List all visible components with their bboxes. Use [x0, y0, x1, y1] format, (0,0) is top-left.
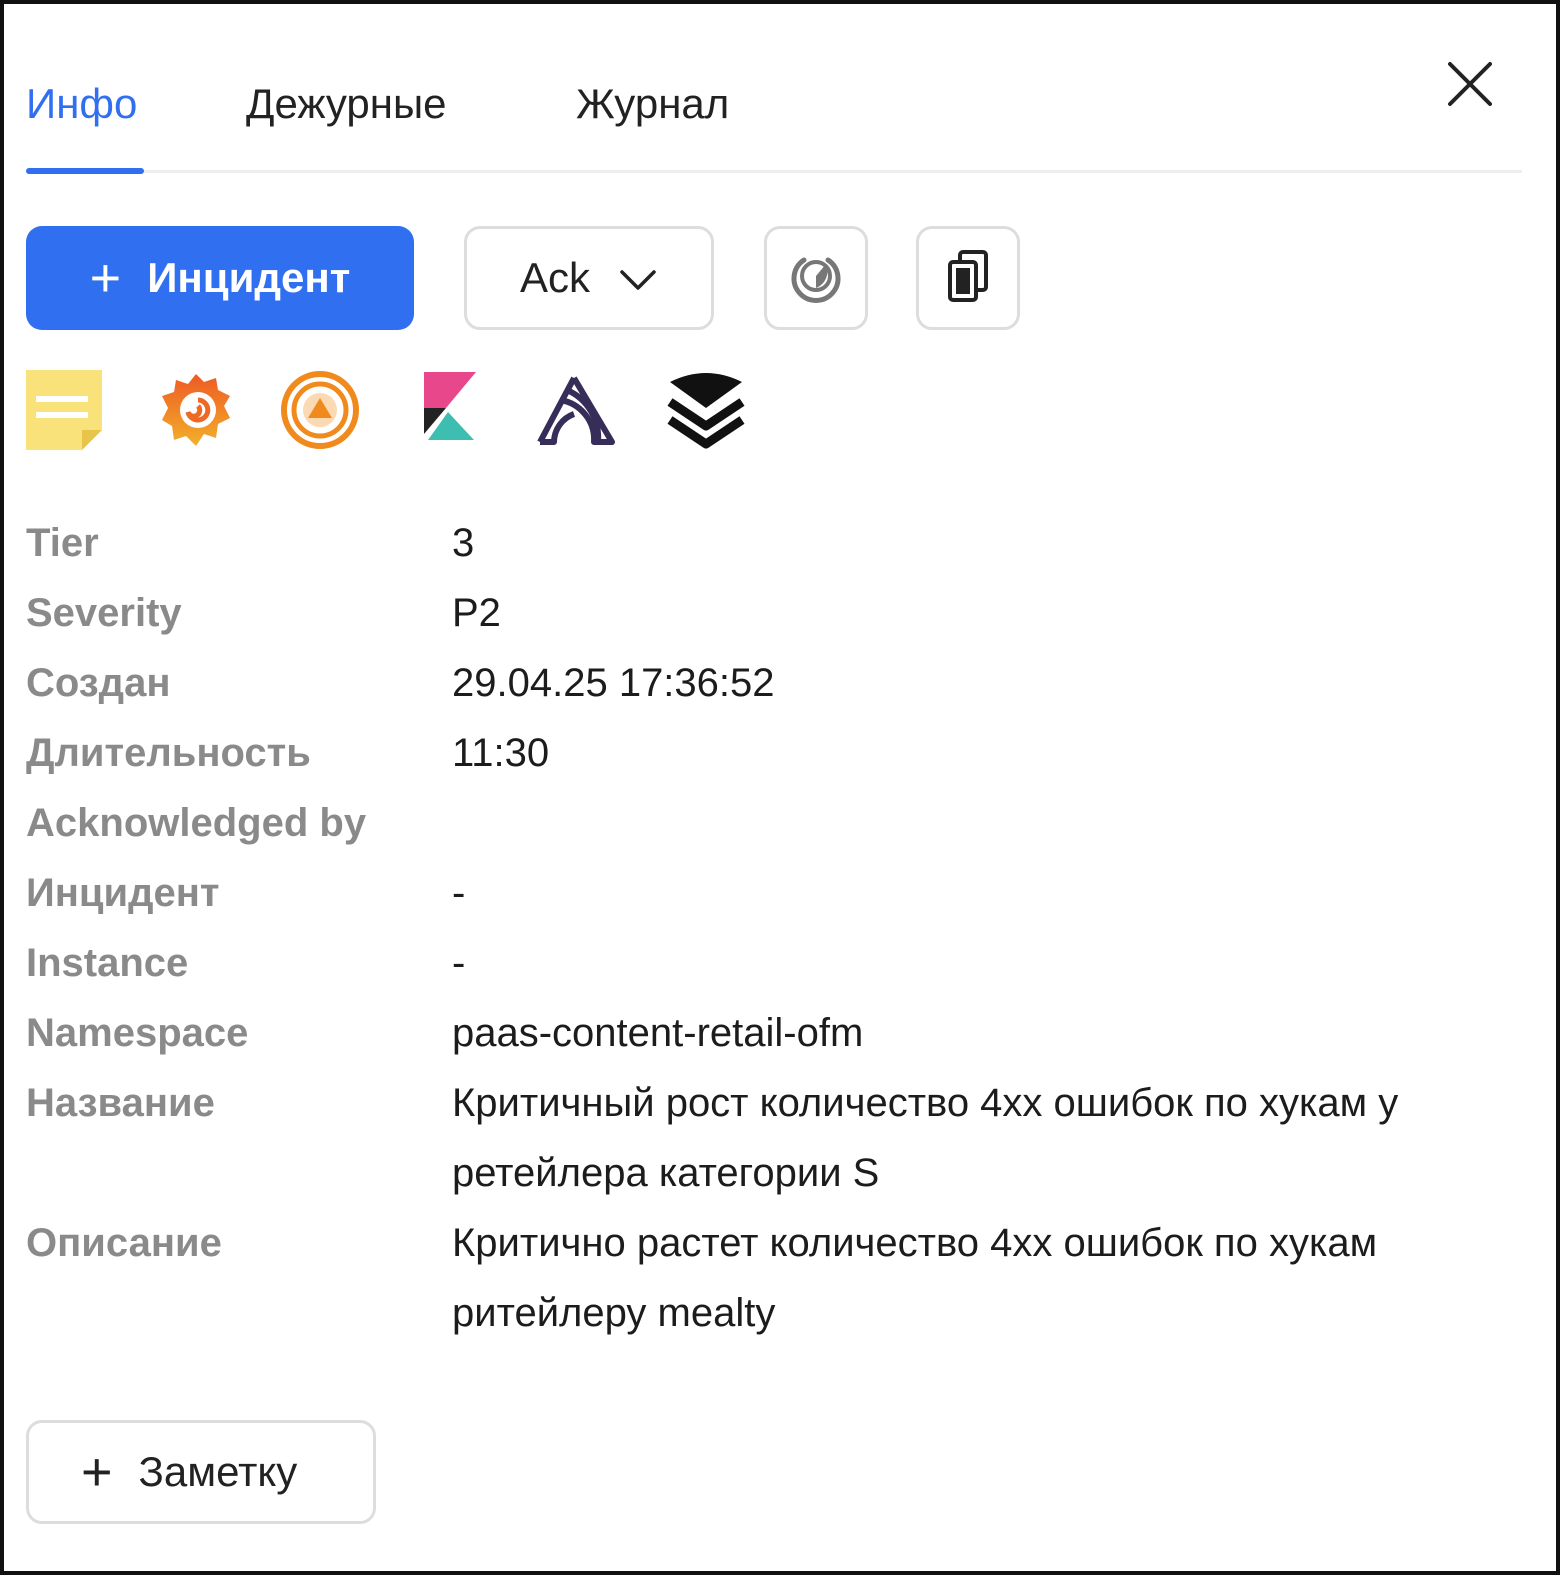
created-value: 29.04.25 17:36:52: [452, 661, 775, 705]
ack-label: Ack: [519, 254, 590, 301]
duration-value: 11:30: [452, 731, 550, 775]
info-row-severity: Severity P2: [26, 578, 1506, 648]
snooze-button[interactable]: [764, 226, 868, 330]
description-label: Описание: [26, 1221, 222, 1265]
duration-label: Длительность: [26, 731, 311, 775]
info-row-tier: Tier 3: [26, 508, 1506, 578]
kibana-icon[interactable]: [408, 368, 492, 452]
name-value: Критичный рост количество 4xx ошибок по …: [452, 1081, 1399, 1195]
copy-icon: [944, 248, 992, 309]
close-icon[interactable]: [1442, 56, 1498, 112]
severity-value: P2: [452, 591, 501, 635]
sentry-icon[interactable]: [534, 368, 618, 452]
copy-button[interactable]: [916, 226, 1020, 330]
tab-info[interactable]: Инфо: [26, 80, 137, 128]
instance-label: Instance: [26, 941, 189, 985]
info-row-created: Создан 29.04.25 17:36:52: [26, 648, 1506, 718]
target-alert-icon[interactable]: [278, 368, 362, 452]
grafana-icon[interactable]: [154, 368, 238, 452]
tab-bar: Инфо Дежурные Журнал: [26, 66, 1522, 176]
info-row-incident: Инцидент -: [26, 858, 1506, 928]
namespace-label: Namespace: [26, 1011, 249, 1055]
created-label: Создан: [26, 661, 171, 705]
info-row-acknowledged-by: Acknowledged by: [26, 788, 1506, 858]
tab-on-call[interactable]: Дежурные: [246, 80, 447, 128]
add-note-button[interactable]: + Заметку: [26, 1420, 376, 1524]
add-incident-button[interactable]: + Инцидент: [26, 226, 414, 330]
incident-value: -: [452, 871, 466, 915]
plus-icon: +: [89, 248, 122, 308]
info-row-duration: Длительность 11:30: [26, 718, 1506, 788]
incident-label: Инцидент: [26, 871, 220, 915]
tier-value: 3: [452, 521, 475, 565]
add-incident-label: Инцидент: [147, 254, 351, 301]
namespace-value: paas-content-retail-ofm: [452, 1011, 864, 1055]
ack-dropdown[interactable]: Ack: [464, 226, 714, 330]
tabs-divider: [26, 170, 1522, 173]
acknowledged-by-label: Acknowledged by: [26, 801, 367, 845]
layers-icon[interactable]: [664, 368, 748, 452]
instance-value: -: [452, 941, 466, 985]
info-row-description: Описание Критично растет количество 4xx …: [26, 1208, 1506, 1348]
tab-journal[interactable]: Журнал: [576, 80, 729, 128]
tier-label: Tier: [26, 521, 99, 565]
description-value: Критично растет количество 4xx ошибок по…: [452, 1221, 1378, 1335]
power-timer-icon: [788, 248, 844, 309]
plus-icon: +: [81, 1442, 113, 1502]
info-row-namespace: Namespace paas-content-retail-ofm: [26, 998, 1506, 1068]
alert-details-panel: Инфо Дежурные Журнал + Инцидент Ack Tier…: [0, 0, 1560, 1575]
add-note-label: Заметку: [138, 1448, 298, 1495]
active-tab-indicator: [26, 168, 144, 174]
alert-info-table: Tier 3 Severity P2 Создан 29.04.25 17:36…: [26, 508, 1506, 1348]
severity-label: Severity: [26, 591, 182, 635]
chevron-down-icon: [618, 254, 658, 302]
info-row-instance: Instance -: [26, 928, 1506, 998]
name-label: Название: [26, 1081, 215, 1125]
info-row-name: Название Критичный рост количество 4xx о…: [26, 1068, 1506, 1208]
sticky-note-icon[interactable]: [24, 368, 108, 452]
